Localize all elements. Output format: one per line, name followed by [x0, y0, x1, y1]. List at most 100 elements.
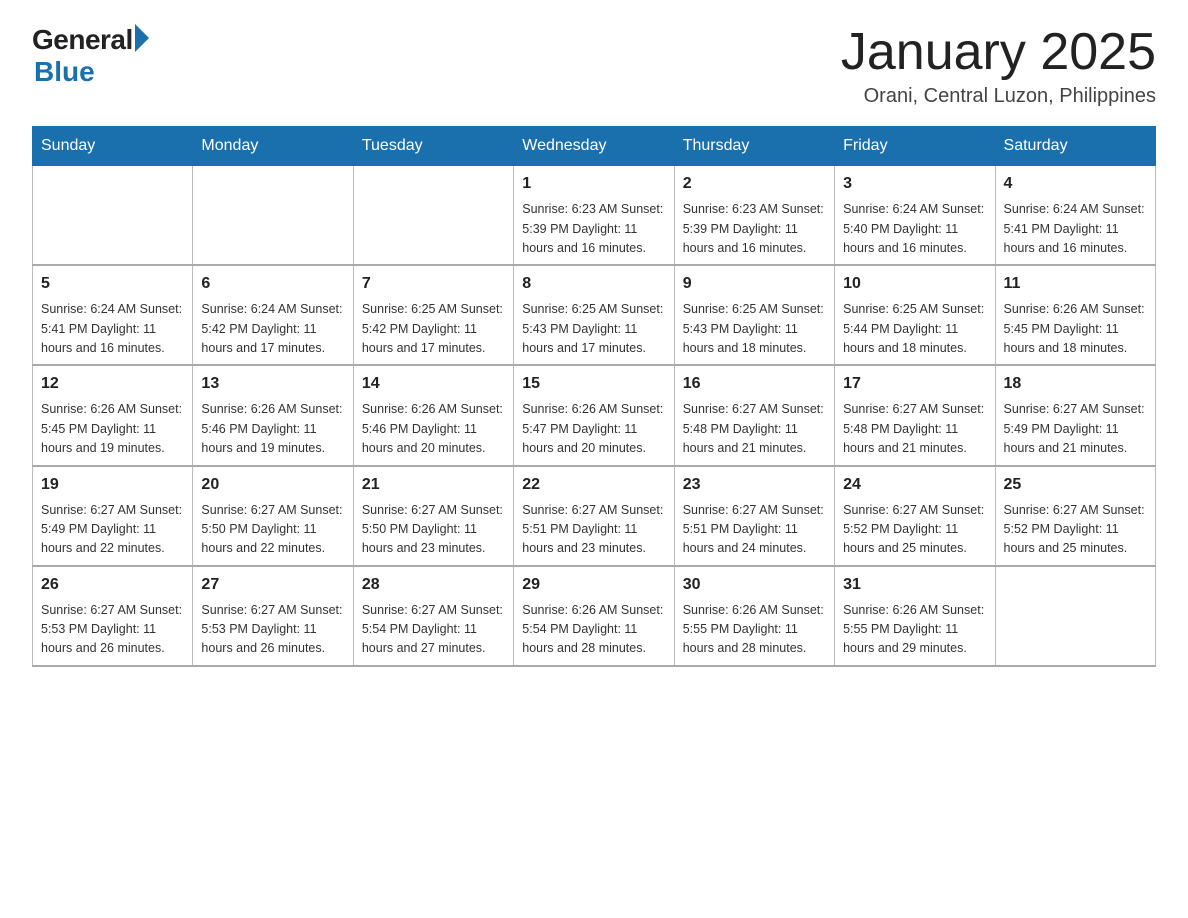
day-info: Sunrise: 6:26 AM Sunset: 5:54 PM Dayligh…: [522, 601, 665, 659]
calendar-cell: 6 Sunrise: 6:24 AM Sunset: 5:42 PM Daylig…: [193, 265, 353, 365]
logo: General Blue: [32, 24, 149, 88]
calendar-header-friday: Friday: [835, 127, 995, 166]
calendar-cell: [995, 566, 1155, 666]
calendar-week-row: 19 Sunrise: 6:27 AM Sunset: 5:49 PM Dayli…: [33, 466, 1156, 566]
day-info: Sunrise: 6:24 AM Sunset: 5:41 PM Dayligh…: [41, 300, 184, 358]
day-info: Sunrise: 6:27 AM Sunset: 5:49 PM Dayligh…: [1004, 400, 1147, 458]
day-info: Sunrise: 6:23 AM Sunset: 5:39 PM Dayligh…: [522, 200, 665, 258]
day-info: Sunrise: 6:27 AM Sunset: 5:52 PM Dayligh…: [1004, 501, 1147, 559]
calendar-cell: 8 Sunrise: 6:25 AM Sunset: 5:43 PM Daylig…: [514, 265, 674, 365]
logo-triangle-icon: [135, 24, 149, 52]
calendar-cell: 31 Sunrise: 6:26 AM Sunset: 5:55 PM Dayli…: [835, 566, 995, 666]
calendar-cell: 26 Sunrise: 6:27 AM Sunset: 5:53 PM Dayli…: [33, 566, 193, 666]
calendar-cell: [353, 166, 513, 266]
calendar-cell: 15 Sunrise: 6:26 AM Sunset: 5:47 PM Dayli…: [514, 365, 674, 465]
day-info: Sunrise: 6:24 AM Sunset: 5:41 PM Dayligh…: [1004, 200, 1147, 258]
day-info: Sunrise: 6:27 AM Sunset: 5:53 PM Dayligh…: [201, 601, 344, 659]
day-number: 10: [843, 272, 986, 296]
day-number: 9: [683, 272, 826, 296]
day-number: 27: [201, 573, 344, 597]
calendar-cell: 4 Sunrise: 6:24 AM Sunset: 5:41 PM Daylig…: [995, 166, 1155, 266]
calendar-header-thursday: Thursday: [674, 127, 834, 166]
logo-blue-text: Blue: [34, 56, 95, 88]
calendar-cell: [33, 166, 193, 266]
day-info: Sunrise: 6:27 AM Sunset: 5:49 PM Dayligh…: [41, 501, 184, 559]
day-info: Sunrise: 6:24 AM Sunset: 5:40 PM Dayligh…: [843, 200, 986, 258]
day-info: Sunrise: 6:27 AM Sunset: 5:50 PM Dayligh…: [362, 501, 505, 559]
day-number: 5: [41, 272, 184, 296]
day-number: 22: [522, 473, 665, 497]
day-number: 26: [41, 573, 184, 597]
day-info: Sunrise: 6:25 AM Sunset: 5:42 PM Dayligh…: [362, 300, 505, 358]
day-number: 20: [201, 473, 344, 497]
calendar-header-monday: Monday: [193, 127, 353, 166]
calendar-cell: 20Sunrise: 6:27 AM Sunset: 5:50 PM Dayli…: [193, 466, 353, 566]
day-number: 16: [683, 372, 826, 396]
page-header: General Blue January 2025 Orani, Central…: [32, 24, 1156, 108]
day-info: Sunrise: 6:25 AM Sunset: 5:43 PM Dayligh…: [683, 300, 826, 358]
calendar-week-row: 12Sunrise: 6:26 AM Sunset: 5:45 PM Dayli…: [33, 365, 1156, 465]
day-info: Sunrise: 6:27 AM Sunset: 5:51 PM Dayligh…: [683, 501, 826, 559]
day-number: 25: [1004, 473, 1147, 497]
day-number: 17: [843, 372, 986, 396]
calendar-cell: 24Sunrise: 6:27 AM Sunset: 5:52 PM Dayli…: [835, 466, 995, 566]
day-info: Sunrise: 6:24 AM Sunset: 5:42 PM Dayligh…: [201, 300, 344, 358]
day-number: 28: [362, 573, 505, 597]
logo-general-text: General: [32, 24, 133, 56]
calendar-cell: 11 Sunrise: 6:26 AM Sunset: 5:45 PM Dayli…: [995, 265, 1155, 365]
day-number: 19: [41, 473, 184, 497]
day-info: Sunrise: 6:26 AM Sunset: 5:55 PM Dayligh…: [843, 601, 986, 659]
title-section: January 2025 Orani, Central Luzon, Phili…: [841, 24, 1156, 108]
day-info: Sunrise: 6:25 AM Sunset: 5:44 PM Dayligh…: [843, 300, 986, 358]
calendar-cell: 30Sunrise: 6:26 AM Sunset: 5:55 PM Dayli…: [674, 566, 834, 666]
calendar-cell: 29 Sunrise: 6:26 AM Sunset: 5:54 PM Dayli…: [514, 566, 674, 666]
day-number: 31: [843, 573, 986, 597]
calendar-cell: 5 Sunrise: 6:24 AM Sunset: 5:41 PM Daylig…: [33, 265, 193, 365]
day-info: Sunrise: 6:26 AM Sunset: 5:45 PM Dayligh…: [1004, 300, 1147, 358]
calendar-cell: 10 Sunrise: 6:25 AM Sunset: 5:44 PM Dayli…: [835, 265, 995, 365]
day-number: 3: [843, 172, 986, 196]
calendar-cell: 2Sunrise: 6:23 AM Sunset: 5:39 PM Daylig…: [674, 166, 834, 266]
day-info: Sunrise: 6:27 AM Sunset: 5:48 PM Dayligh…: [843, 400, 986, 458]
day-info: Sunrise: 6:25 AM Sunset: 5:43 PM Dayligh…: [522, 300, 665, 358]
day-number: 8: [522, 272, 665, 296]
day-number: 30: [683, 573, 826, 597]
day-info: Sunrise: 6:27 AM Sunset: 5:51 PM Dayligh…: [522, 501, 665, 559]
calendar-table: SundayMondayTuesdayWednesdayThursdayFrid…: [32, 126, 1156, 667]
calendar-cell: 18Sunrise: 6:27 AM Sunset: 5:49 PM Dayli…: [995, 365, 1155, 465]
day-info: Sunrise: 6:26 AM Sunset: 5:47 PM Dayligh…: [522, 400, 665, 458]
calendar-header-wednesday: Wednesday: [514, 127, 674, 166]
calendar-cell: 23 Sunrise: 6:27 AM Sunset: 5:51 PM Dayli…: [674, 466, 834, 566]
calendar-week-row: 5 Sunrise: 6:24 AM Sunset: 5:41 PM Daylig…: [33, 265, 1156, 365]
day-number: 23: [683, 473, 826, 497]
calendar-header-sunday: Sunday: [33, 127, 193, 166]
calendar-cell: 25 Sunrise: 6:27 AM Sunset: 5:52 PM Dayli…: [995, 466, 1155, 566]
day-info: Sunrise: 6:27 AM Sunset: 5:48 PM Dayligh…: [683, 400, 826, 458]
day-number: 24: [843, 473, 986, 497]
calendar-cell: 21 Sunrise: 6:27 AM Sunset: 5:50 PM Dayli…: [353, 466, 513, 566]
calendar-cell: [193, 166, 353, 266]
day-number: 29: [522, 573, 665, 597]
calendar-cell: 22 Sunrise: 6:27 AM Sunset: 5:51 PM Dayli…: [514, 466, 674, 566]
day-number: 11: [1004, 272, 1147, 296]
calendar-cell: 13 Sunrise: 6:26 AM Sunset: 5:46 PM Dayli…: [193, 365, 353, 465]
calendar-cell: 3 Sunrise: 6:24 AM Sunset: 5:40 PM Daylig…: [835, 166, 995, 266]
calendar-cell: 14 Sunrise: 6:26 AM Sunset: 5:46 PM Dayli…: [353, 365, 513, 465]
day-info: Sunrise: 6:26 AM Sunset: 5:46 PM Dayligh…: [201, 400, 344, 458]
day-number: 4: [1004, 172, 1147, 196]
day-info: Sunrise: 6:27 AM Sunset: 5:53 PM Dayligh…: [41, 601, 184, 659]
day-number: 13: [201, 372, 344, 396]
calendar-cell: 27 Sunrise: 6:27 AM Sunset: 5:53 PM Dayli…: [193, 566, 353, 666]
calendar-cell: 9 Sunrise: 6:25 AM Sunset: 5:43 PM Daylig…: [674, 265, 834, 365]
calendar-header-row: SundayMondayTuesdayWednesdayThursdayFrid…: [33, 127, 1156, 166]
day-number: 21: [362, 473, 505, 497]
day-number: 15: [522, 372, 665, 396]
day-number: 6: [201, 272, 344, 296]
day-info: Sunrise: 6:26 AM Sunset: 5:46 PM Dayligh…: [362, 400, 505, 458]
day-info: Sunrise: 6:26 AM Sunset: 5:45 PM Dayligh…: [41, 400, 184, 458]
location-subtitle: Orani, Central Luzon, Philippines: [841, 85, 1156, 108]
day-number: 7: [362, 272, 505, 296]
calendar-cell: 17 Sunrise: 6:27 AM Sunset: 5:48 PM Dayli…: [835, 365, 995, 465]
calendar-cell: 19 Sunrise: 6:27 AM Sunset: 5:49 PM Dayli…: [33, 466, 193, 566]
day-number: 14: [362, 372, 505, 396]
